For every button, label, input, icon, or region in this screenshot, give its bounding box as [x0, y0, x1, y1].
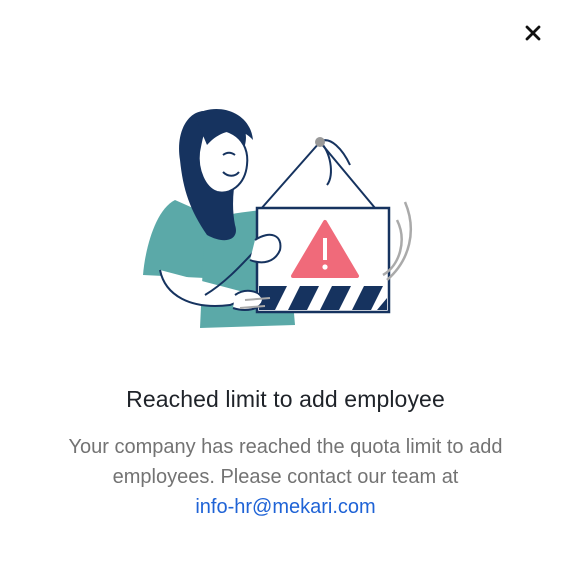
close-button[interactable]	[520, 22, 546, 48]
dialog-title: Reached limit to add employee	[126, 386, 445, 412]
dialog-message: Your company has reached the quota limit…	[40, 432, 531, 522]
limit-reached-dialog: Reached limit to add employee Your compa…	[0, 0, 571, 578]
woman-holding-warning-sign-illustration	[135, 100, 435, 340]
contact-email-line: info-hr@mekari.com	[40, 492, 531, 522]
message-line-2: employees. Please contact our team at	[112, 466, 459, 488]
close-icon	[525, 25, 541, 46]
message-line-1: Your company has reached the quota limit…	[68, 436, 503, 458]
contact-email-link[interactable]: info-hr@mekari.com	[195, 492, 375, 522]
